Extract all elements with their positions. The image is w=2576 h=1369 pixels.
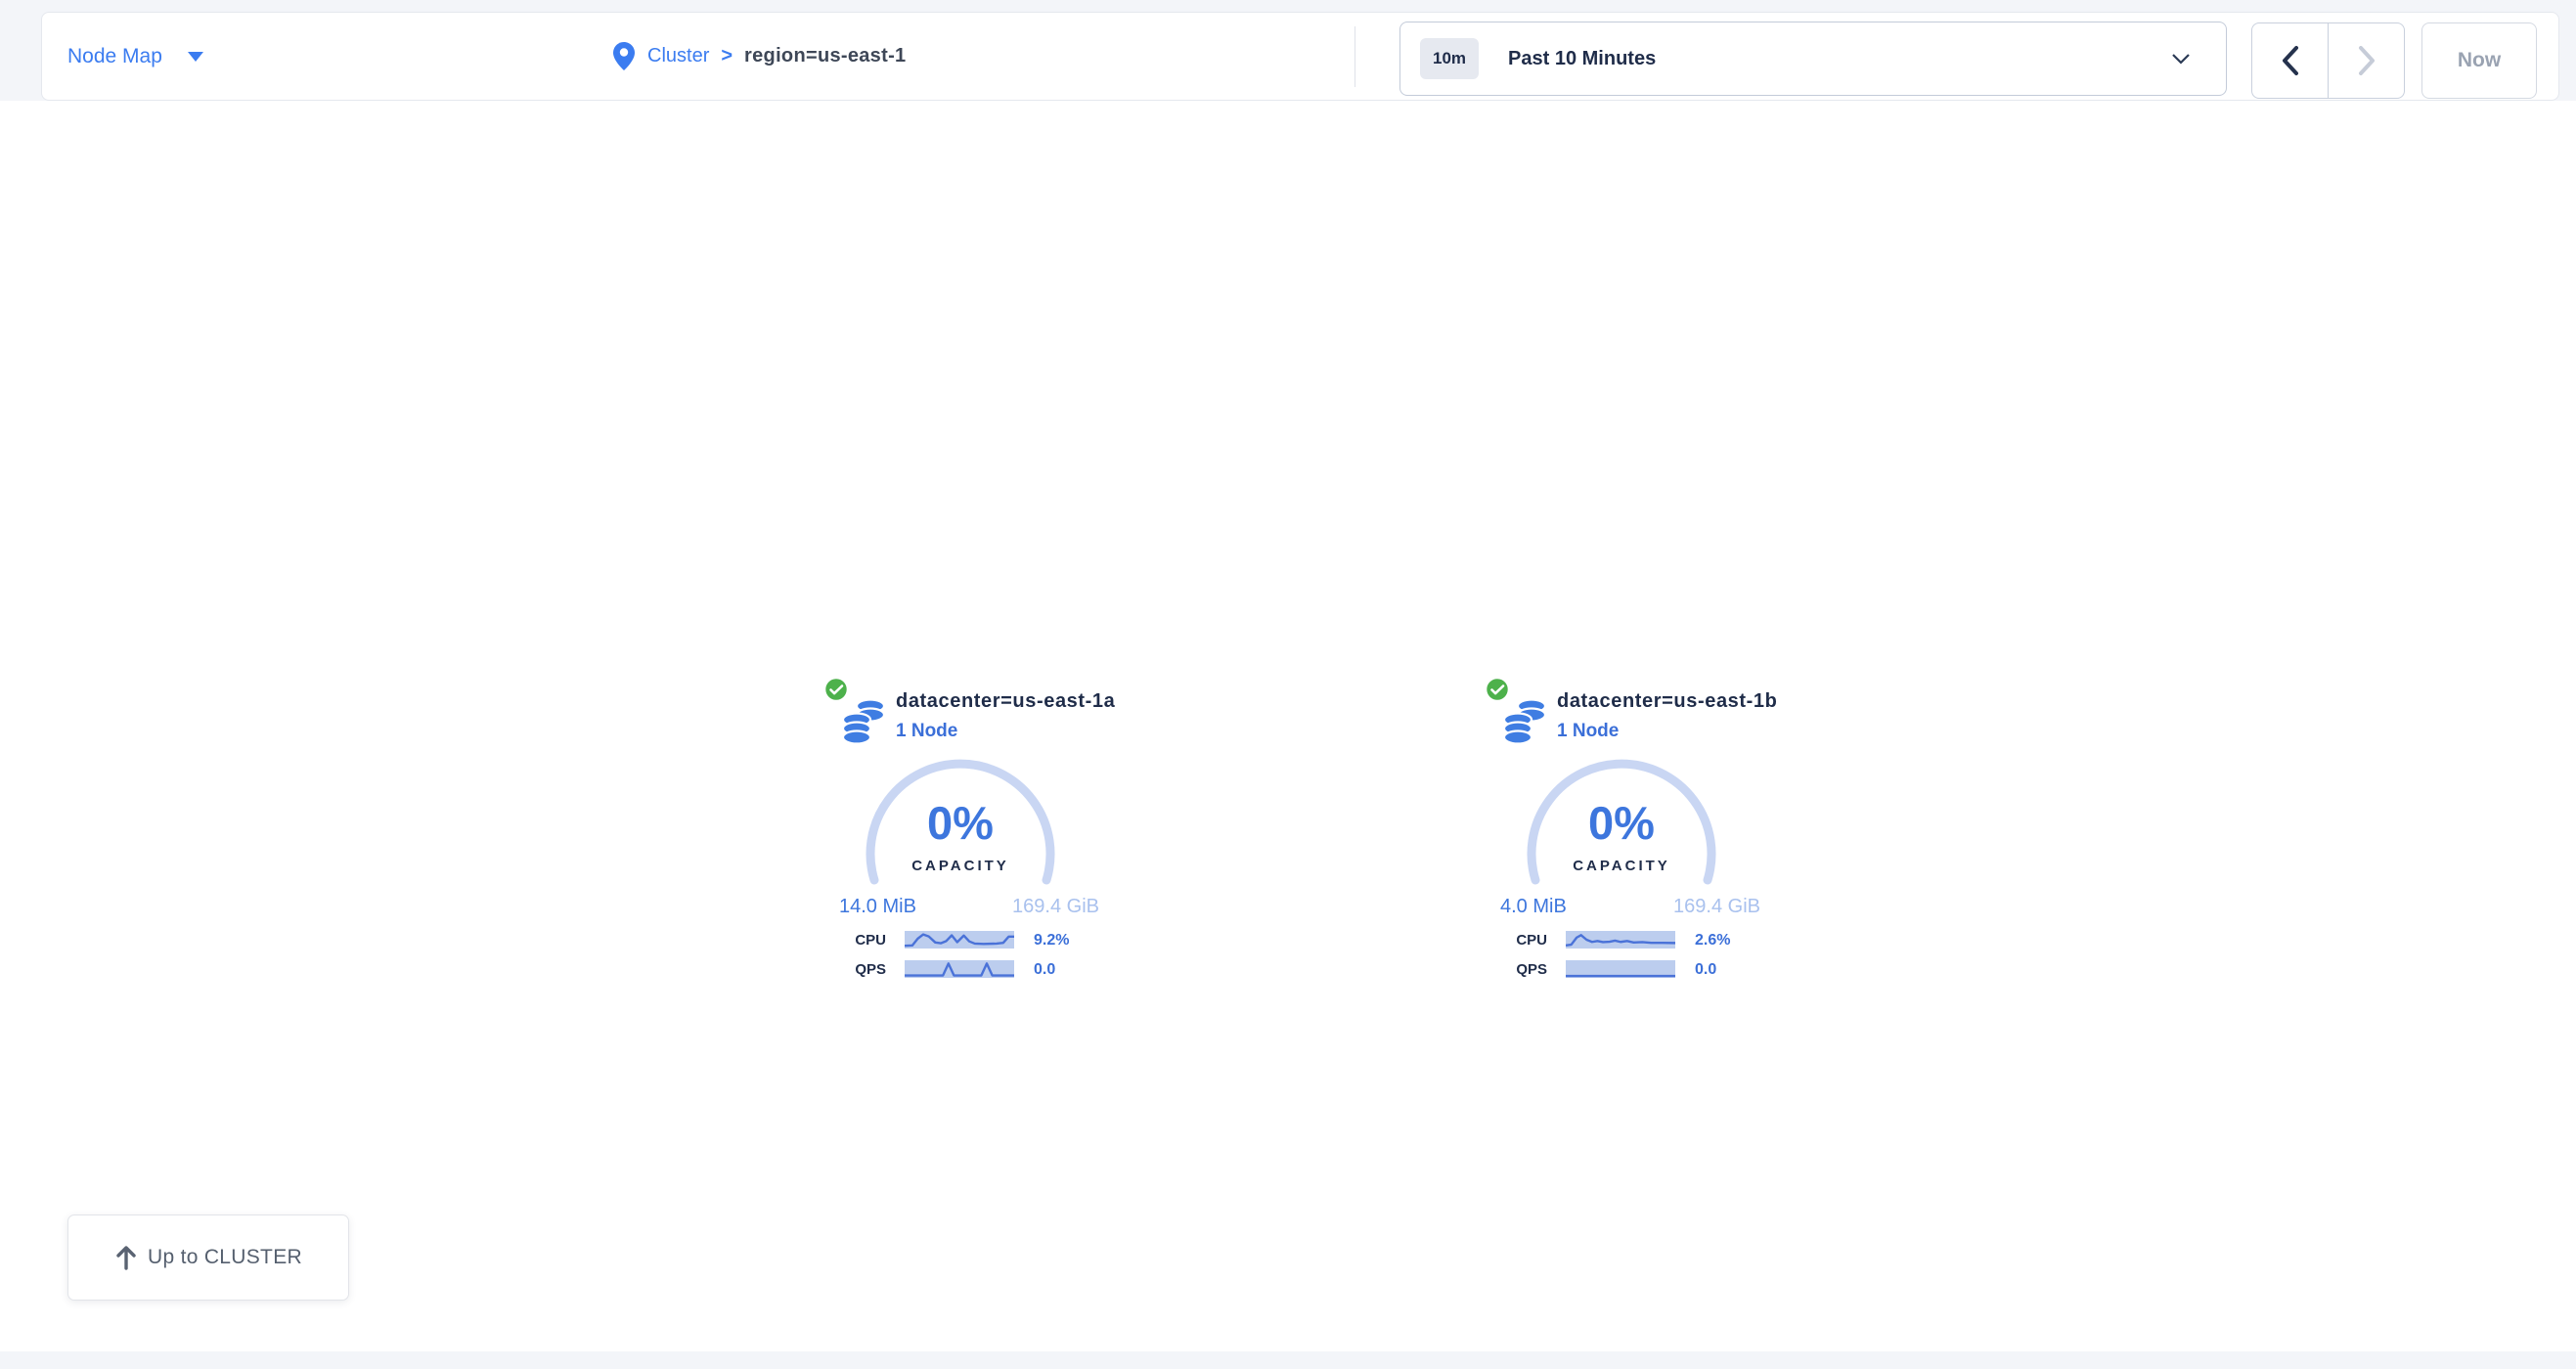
database-stack-icon [841, 696, 886, 749]
cpu-sparkline [1566, 931, 1675, 949]
now-button[interactable]: Now [2421, 22, 2537, 99]
up-to-cluster-button[interactable]: Up to CLUSTER [67, 1214, 349, 1301]
capacity-total: 169.4 GiB [1673, 896, 1760, 918]
time-range-label: Past 10 Minutes [1508, 48, 2171, 70]
database-stack-icon [1502, 696, 1547, 749]
qps-value: 0.0 [1034, 961, 1055, 979]
datacenter-node-count: 1 Node [896, 721, 957, 742]
capacity-percent: 0% [1524, 796, 1719, 850]
cpu-value: 2.6% [1695, 932, 1730, 949]
datacenter-card[interactable]: datacenter=us-east-1a 1 Node 0% CAPACITY… [820, 673, 1113, 995]
chevron-left-icon [2281, 45, 2300, 76]
up-to-cluster-label: Up to CLUSTER [148, 1246, 302, 1269]
time-step-buttons [2251, 22, 2405, 99]
chevron-right-icon [2357, 45, 2376, 76]
node-map-canvas: datacenter=us-east-1a 1 Node 0% CAPACITY… [0, 101, 2576, 1351]
time-forward-button[interactable] [2328, 23, 2404, 98]
chevron-down-icon [2171, 53, 2191, 65]
time-back-button[interactable] [2252, 23, 2328, 98]
capacity-used: 14.0 MiB [839, 896, 916, 918]
caret-down-icon [188, 52, 203, 62]
cpu-label: CPU [1481, 932, 1547, 949]
view-selector-label: Node Map [67, 45, 162, 68]
capacity-values: 14.0 MiB 169.4 GiB [839, 896, 1099, 918]
qps-metric-row: QPS 0.0 [1481, 960, 1774, 980]
breadcrumb-current: region=us-east-1 [744, 45, 906, 67]
arrow-up-icon [114, 1245, 138, 1270]
cpu-metric-row: CPU 2.6% [1481, 931, 1774, 950]
capacity-caption: CAPACITY [1524, 858, 1719, 874]
qps-sparkline [1566, 960, 1675, 978]
capacity-gauge-arc [1523, 755, 1720, 952]
capacity-used: 4.0 MiB [1500, 896, 1567, 918]
breadcrumb: Cluster > region=us-east-1 [612, 13, 906, 100]
qps-sparkline [905, 960, 1014, 978]
breadcrumb-cluster-link[interactable]: Cluster [647, 45, 709, 67]
view-selector-dropdown[interactable]: Node Map [58, 13, 213, 100]
header-row: Node Map Cluster > region=us-east-1 10m … [0, 12, 2576, 101]
cpu-label: CPU [820, 932, 886, 949]
cpu-sparkline [905, 931, 1014, 949]
datacenter-name: datacenter=us-east-1a [896, 690, 1115, 713]
page-top-margin [0, 0, 2576, 12]
breadcrumb-separator: > [721, 45, 733, 67]
capacity-percent: 0% [863, 796, 1058, 850]
capacity-total: 169.4 GiB [1012, 896, 1099, 918]
capacity-gauge-arc [862, 755, 1059, 952]
qps-label: QPS [1481, 961, 1547, 978]
qps-value: 0.0 [1695, 961, 1716, 979]
time-range-dropdown[interactable]: 10m Past 10 Minutes [1399, 22, 2227, 96]
capacity-values: 4.0 MiB 169.4 GiB [1500, 896, 1760, 918]
qps-metric-row: QPS 0.0 [820, 960, 1113, 980]
datacenter-name: datacenter=us-east-1b [1557, 690, 1777, 713]
qps-label: QPS [820, 961, 886, 978]
cpu-value: 9.2% [1034, 932, 1069, 949]
header-bar: Node Map Cluster > region=us-east-1 10m … [41, 12, 2559, 101]
cpu-metric-row: CPU 9.2% [820, 931, 1113, 950]
datacenter-node-count: 1 Node [1557, 721, 1619, 742]
time-range-badge: 10m [1420, 38, 1479, 79]
page-bottom-margin [0, 1351, 2576, 1369]
capacity-caption: CAPACITY [863, 858, 1058, 874]
location-pin-icon [612, 41, 636, 71]
datacenter-card[interactable]: datacenter=us-east-1b 1 Node 0% CAPACITY… [1481, 673, 1774, 995]
